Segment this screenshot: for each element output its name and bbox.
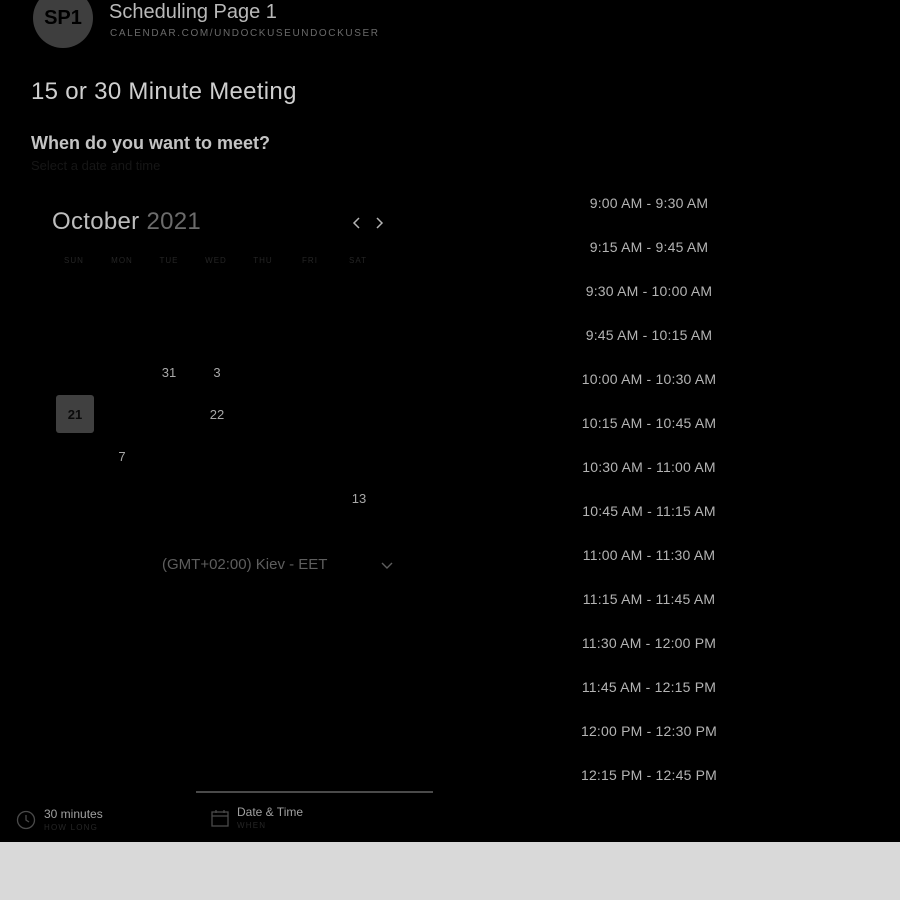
- duration-label[interactable]: 30 minutes: [44, 807, 103, 821]
- weekday-label: SAT: [349, 256, 367, 265]
- timezone-select[interactable]: (GMT+02:00) Kiev - EET: [162, 556, 327, 573]
- select-hint: Select a date and time: [31, 158, 161, 173]
- time-slot[interactable]: 10:00 AM - 10:30 AM: [560, 367, 738, 391]
- clock-icon: [16, 810, 36, 830]
- chevron-down-icon[interactable]: [380, 558, 394, 574]
- time-slot[interactable]: 9:45 AM - 10:15 AM: [560, 323, 738, 347]
- calendar-day[interactable]: 31: [150, 353, 188, 391]
- calendar-day-selected[interactable]: 21: [56, 395, 94, 433]
- time-slot[interactable]: 11:45 AM - 12:15 PM: [560, 675, 738, 699]
- time-slot[interactable]: 10:45 AM - 11:15 AM: [560, 499, 738, 523]
- time-slot[interactable]: 12:00 PM - 12:30 PM: [560, 719, 738, 743]
- datetime-label[interactable]: Date & Time: [237, 805, 303, 819]
- calendar-icon: [211, 810, 229, 827]
- time-slot[interactable]: 9:15 AM - 9:45 AM: [560, 235, 738, 259]
- active-step-indicator: [196, 791, 433, 793]
- scheduling-app: SP1 Scheduling Page 1 CALENDAR.COM/UNDOC…: [0, 0, 900, 842]
- month-label: October: [52, 208, 140, 235]
- chevron-left-icon: [352, 217, 360, 229]
- calendar-day[interactable]: 22: [198, 395, 236, 433]
- time-slot[interactable]: 9:00 AM - 9:30 AM: [560, 191, 738, 215]
- meeting-title: 15 or 30 Minute Meeting: [31, 78, 297, 105]
- year-label: 2021: [146, 208, 202, 235]
- avatar: SP1: [33, 0, 93, 48]
- weekday-label: MON: [111, 256, 133, 265]
- datetime-sublabel: WHEN: [237, 821, 267, 830]
- duration-sublabel: HOW LONG: [44, 823, 99, 832]
- calendar-day[interactable]: 13: [340, 479, 378, 517]
- page-url[interactable]: CALENDAR.COM/UNDOCKUSEUNDOCKUSER: [110, 28, 380, 39]
- time-slot[interactable]: 10:15 AM - 10:45 AM: [560, 411, 738, 435]
- time-slot[interactable]: 9:30 AM - 10:00 AM: [560, 279, 738, 303]
- weekday-label: SUN: [64, 256, 84, 265]
- prev-month-button[interactable]: [347, 212, 367, 234]
- page-name: Scheduling Page 1: [109, 1, 277, 23]
- weekday-label: WED: [205, 256, 227, 265]
- next-month-button[interactable]: [369, 212, 389, 234]
- calendar-day[interactable]: 3: [198, 353, 236, 391]
- time-slot[interactable]: 11:00 AM - 11:30 AM: [560, 543, 738, 567]
- time-slot[interactable]: 11:30 AM - 12:00 PM: [560, 631, 738, 655]
- chevron-right-icon: [376, 217, 384, 229]
- meet-question: When do you want to meet?: [31, 133, 270, 153]
- weekday-label: THU: [253, 256, 273, 265]
- weekday-label: TUE: [159, 256, 179, 265]
- time-slot[interactable]: 12:15 PM - 12:45 PM: [560, 763, 738, 787]
- weekday-label: FRI: [302, 256, 318, 265]
- time-slot[interactable]: 10:30 AM - 11:00 AM: [560, 455, 738, 479]
- time-slot[interactable]: 11:15 AM - 11:45 AM: [560, 587, 738, 611]
- calendar-day[interactable]: 7: [103, 437, 141, 475]
- month-year-label: October 2021: [52, 208, 201, 236]
